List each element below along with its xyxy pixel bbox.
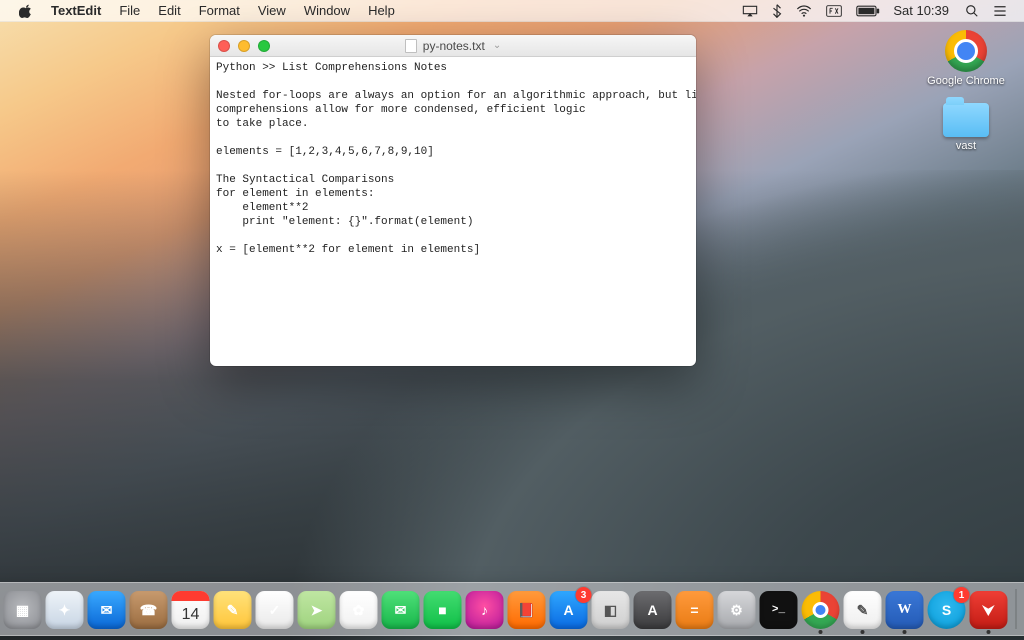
desktop-icon-chrome[interactable]: Google Chrome xyxy=(926,30,1006,87)
dock-app-word[interactable]: W xyxy=(886,591,924,629)
dock-app-calendar[interactable]: 14 xyxy=(172,591,210,629)
safari-icon: ✦ xyxy=(46,591,84,629)
facetime-icon: ■ xyxy=(424,591,462,629)
calendar-icon: 14 xyxy=(172,591,210,629)
mail-icon: ✉ xyxy=(88,591,126,629)
desktop-icon-folder[interactable]: vast xyxy=(926,99,1006,152)
desktop-icons: Google Chrome vast xyxy=(926,30,1006,152)
dock-badge: 1 xyxy=(954,587,970,603)
menu-window[interactable]: Window xyxy=(295,0,359,22)
apple-menu[interactable] xyxy=(10,4,42,18)
title-dropdown-icon: ⌄ xyxy=(493,40,501,51)
adobe-icon: ⮟ xyxy=(970,591,1008,629)
dock-app-terminal[interactable]: >_ xyxy=(760,591,798,629)
dock-app-adobe[interactable]: ⮟ xyxy=(970,591,1008,629)
dock-badge: 3 xyxy=(576,587,592,603)
menu-format[interactable]: Format xyxy=(190,0,249,22)
menu-view[interactable]: View xyxy=(249,0,295,22)
preview-icon: ◧ xyxy=(592,591,630,629)
dock-app-reminders[interactable]: ✓ xyxy=(256,591,294,629)
spotlight-icon[interactable] xyxy=(958,0,986,22)
menu-file[interactable]: File xyxy=(110,0,149,22)
dock-app-appstore[interactable]: A3 xyxy=(550,591,588,629)
reminders-icon: ✓ xyxy=(256,591,294,629)
dock-app-mail[interactable]: ✉ xyxy=(88,591,126,629)
dock-separator xyxy=(1016,589,1017,629)
dock-app-preview[interactable]: ◧ xyxy=(592,591,630,629)
dock-app-ibooks[interactable]: 📕 xyxy=(508,591,546,629)
sysprefs-icon: ⚙ xyxy=(718,591,756,629)
document-text[interactable]: Python >> List Comprehensions Notes Nest… xyxy=(210,57,696,263)
dock-app-skype[interactable]: S1 xyxy=(928,591,966,629)
menu-help[interactable]: Help xyxy=(359,0,404,22)
menu-bar: TextEdit File Edit Format View Window He… xyxy=(0,0,1024,22)
chrome-icon xyxy=(945,30,987,72)
notes-icon: ✎ xyxy=(214,591,252,629)
messages-icon: ✉ xyxy=(382,591,420,629)
dict-icon: A xyxy=(634,591,672,629)
dock-app-chrome[interactable] xyxy=(802,591,840,629)
chrome-icon xyxy=(802,591,840,629)
contacts-icon: ☎ xyxy=(130,591,168,629)
photos-icon: ✿ xyxy=(340,591,378,629)
document-icon xyxy=(405,39,417,53)
calc-icon: = xyxy=(676,591,714,629)
textedit-icon: ✎ xyxy=(844,591,882,629)
dock-app-launch[interactable]: ▦ xyxy=(4,591,42,629)
dock-app-safari[interactable]: ✦ xyxy=(46,591,84,629)
battery-icon[interactable] xyxy=(849,0,887,22)
dock-app-messages[interactable]: ✉ xyxy=(382,591,420,629)
itunes-icon: ♪ xyxy=(466,591,504,629)
dock-app-sysprefs[interactable]: ⚙ xyxy=(718,591,756,629)
window-minimize-button[interactable] xyxy=(238,40,250,52)
window-close-button[interactable] xyxy=(218,40,230,52)
menu-edit[interactable]: Edit xyxy=(149,0,189,22)
folder-icon xyxy=(943,103,989,137)
launch-icon: ▦ xyxy=(4,591,42,629)
dock-app-itunes[interactable]: ♪ xyxy=(466,591,504,629)
airplay-icon[interactable] xyxy=(735,0,765,22)
notification-center-icon[interactable] xyxy=(986,0,1014,22)
textinput-icon[interactable] xyxy=(819,0,849,22)
dock-app-facetime[interactable]: ■ xyxy=(424,591,462,629)
maps-icon: ➤ xyxy=(298,591,336,629)
desktop-icon-label: Google Chrome xyxy=(927,75,1005,87)
dock-app-contacts[interactable]: ☎ xyxy=(130,591,168,629)
menu-clock[interactable]: Sat 10:39 xyxy=(887,0,958,22)
dock-app-photos[interactable]: ✿ xyxy=(340,591,378,629)
desktop: TextEdit File Edit Format View Window He… xyxy=(0,0,1024,640)
dock-app-calc[interactable]: = xyxy=(676,591,714,629)
ibooks-icon: 📕 xyxy=(508,591,546,629)
window-title: py-notes.txt xyxy=(423,39,485,53)
word-icon: W xyxy=(886,591,924,629)
desktop-icon-label: vast xyxy=(956,140,976,152)
wifi-icon[interactable] xyxy=(789,0,819,22)
window-zoom-button[interactable] xyxy=(258,40,270,52)
bluetooth-icon[interactable] xyxy=(765,0,789,22)
textedit-window[interactable]: py-notes.txt ⌄ Python >> List Comprehens… xyxy=(210,35,696,366)
menu-app-name[interactable]: TextEdit xyxy=(42,0,110,22)
dock-app-notes[interactable]: ✎ xyxy=(214,591,252,629)
window-titlebar[interactable]: py-notes.txt ⌄ xyxy=(210,35,696,57)
dock-app-dict[interactable]: A xyxy=(634,591,672,629)
dock: ☺▦✦✉☎14✎✓➤✿✉■♪📕A3◧A=⚙>_✎WS1⮟ xyxy=(0,582,1024,636)
dock-app-maps[interactable]: ➤ xyxy=(298,591,336,629)
dock-app-textedit[interactable]: ✎ xyxy=(844,591,882,629)
terminal-icon: >_ xyxy=(760,591,798,629)
